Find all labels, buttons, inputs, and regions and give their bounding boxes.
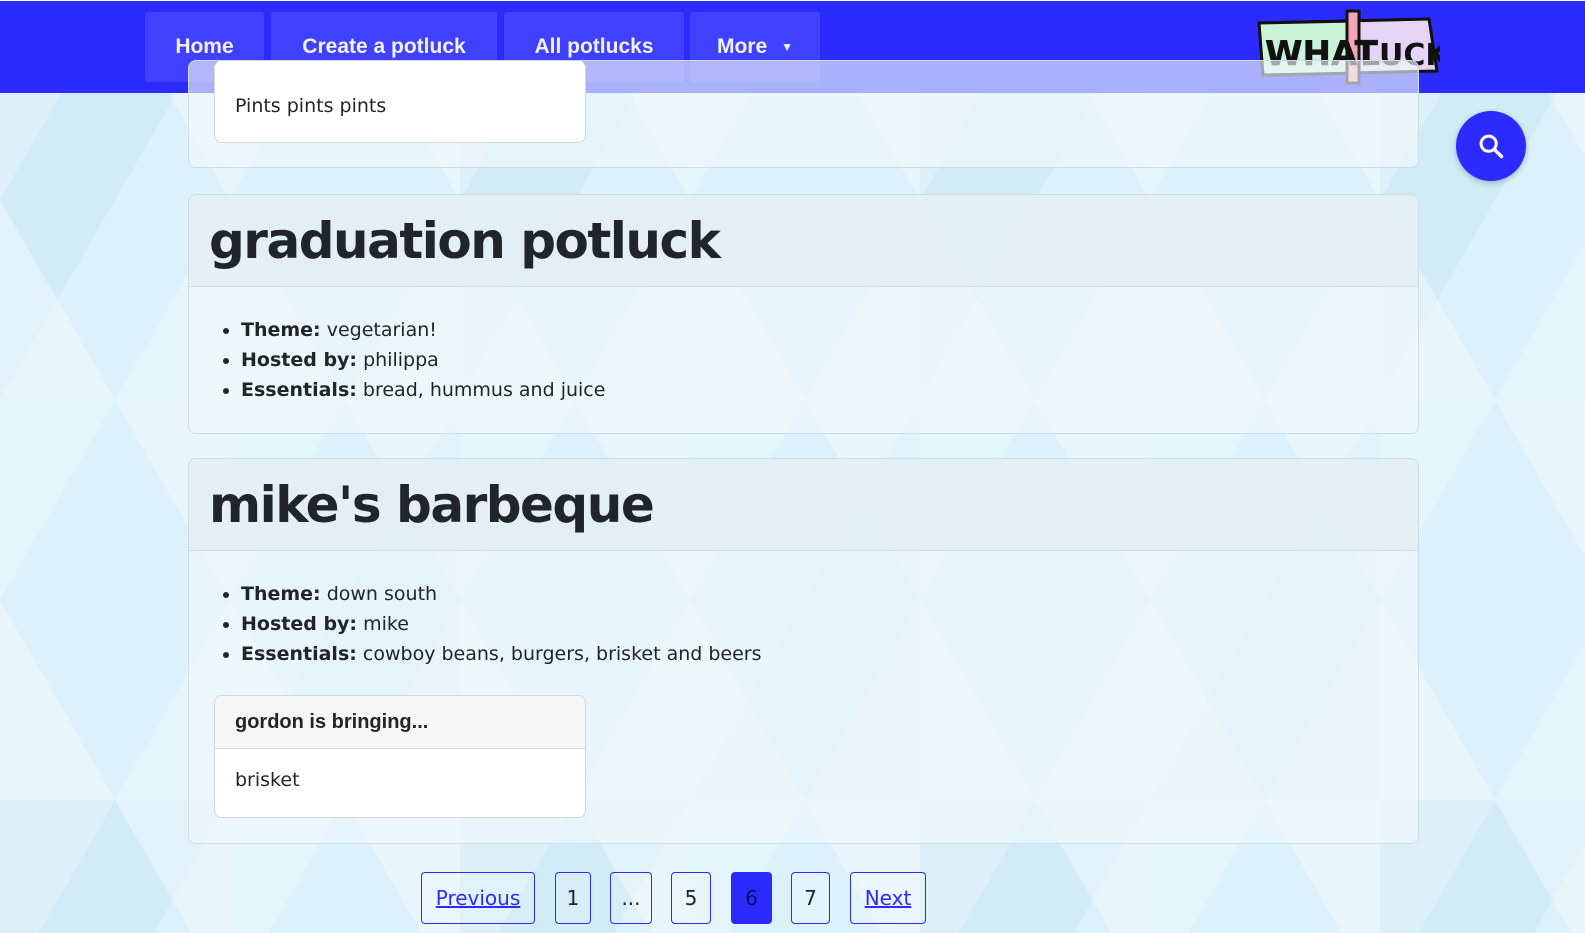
potluck-theme: Theme: down south — [241, 579, 1418, 609]
pagination-ellipsis: ... — [610, 872, 652, 924]
bringing-card-previous: Pints pints pints — [214, 60, 586, 143]
theme-value: vegetarian! — [326, 319, 437, 341]
pagination-page-5[interactable]: 5 — [671, 872, 711, 924]
caret-down-icon: ▼ — [781, 40, 794, 54]
host-value: mike — [363, 613, 409, 635]
pagination-page-1[interactable]: 1 — [555, 872, 591, 924]
pagination-previous[interactable]: Previous — [421, 872, 535, 924]
nav-more-label: More — [716, 35, 768, 58]
potluck-essentials: Essentials: cowboy beans, burgers, brisk… — [241, 639, 1418, 669]
host-label: Hosted by: — [241, 349, 358, 371]
host-value: philippa — [363, 349, 439, 371]
bringing-item: Pints pints pints — [235, 95, 387, 117]
essentials-value: cowboy beans, burgers, brisket and beers — [362, 643, 762, 665]
potluck-host: Hosted by: mike — [241, 609, 1418, 639]
bringing-header: gordon is bringing... — [215, 696, 585, 749]
potluck-details-list: Theme: vegetarian! Hosted by: philippa E… — [241, 315, 1418, 405]
essentials-value: bread, hummus and juice — [362, 379, 606, 401]
pagination-next[interactable]: Next — [850, 872, 926, 924]
essentials-label: Essentials: — [241, 643, 357, 665]
pagination-page-7[interactable]: 7 — [791, 872, 830, 924]
theme-label: Theme: — [241, 583, 321, 605]
potluck-title[interactable]: mike's barbeque — [209, 476, 655, 534]
nav-all-label: All potlucks — [534, 35, 654, 58]
potluck-essentials: Essentials: bread, hummus and juice — [241, 375, 1418, 405]
potluck-card-header: graduation potluck — [189, 195, 1418, 287]
host-label: Hosted by: — [241, 613, 358, 635]
potluck-card: graduation potluck Theme: vegetarian! Ho… — [188, 194, 1419, 434]
theme-value: down south — [326, 583, 438, 605]
bringing-item: brisket — [235, 769, 300, 791]
potluck-theme: Theme: vegetarian! — [241, 315, 1418, 345]
essentials-label: Essentials: — [241, 379, 357, 401]
search-button[interactable] — [1456, 111, 1526, 181]
potluck-title[interactable]: graduation potluck — [209, 212, 721, 270]
potluck-card-header: mike's barbeque — [189, 459, 1418, 551]
potluck-details-list: Theme: down south Hosted by: mike Essent… — [241, 579, 1418, 669]
theme-label: Theme: — [241, 319, 321, 341]
nav-create-label: Create a potluck — [302, 35, 466, 58]
search-icon — [1479, 134, 1504, 159]
nav-home-label: Home — [175, 35, 234, 58]
bringing-card: gordon is bringing... brisket — [214, 695, 586, 818]
potluck-host: Hosted by: philippa — [241, 345, 1418, 375]
pagination-page-current[interactable]: 6 — [731, 872, 772, 924]
